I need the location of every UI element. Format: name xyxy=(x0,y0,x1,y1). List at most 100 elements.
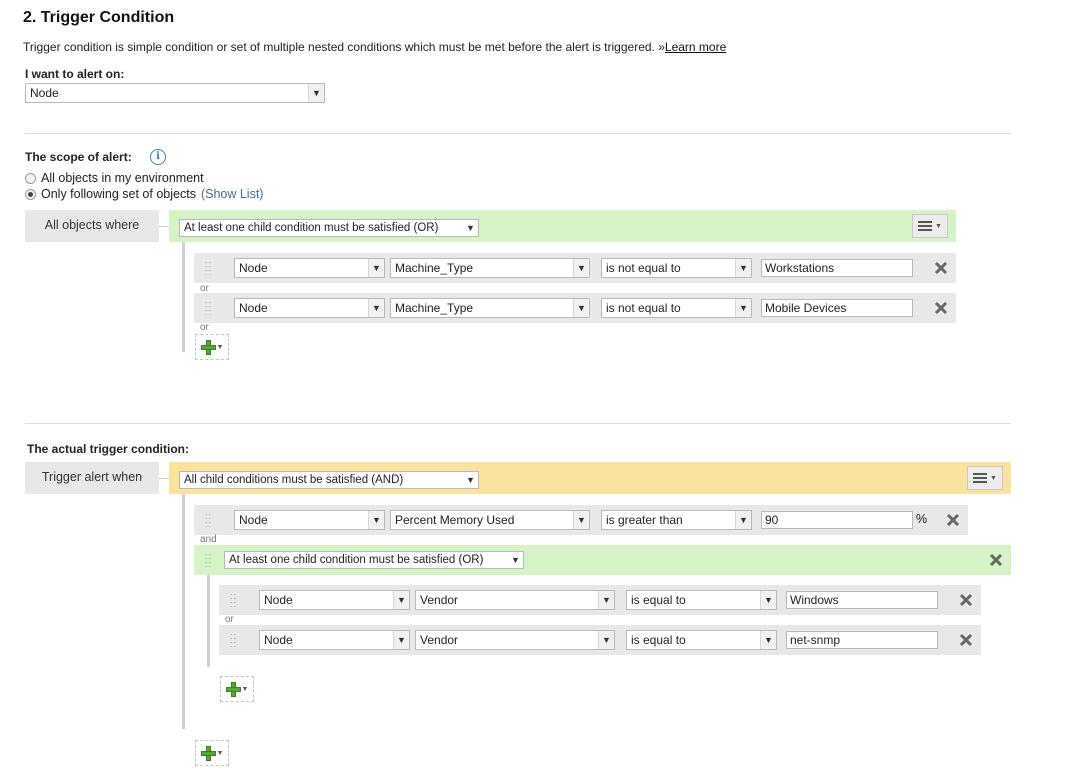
add-nested-condition-button[interactable]: ▼ xyxy=(220,676,254,702)
scope-group-mode-value: At least one child condition must be sat… xyxy=(184,222,439,234)
nested-group-mode-value: At least one child condition must be sat… xyxy=(229,554,484,566)
alert-on-label: I want to alert on: xyxy=(25,67,125,81)
condition-field-select[interactable]: Machine_Type ▼ xyxy=(390,258,590,278)
trigger-tree-line xyxy=(182,494,185,729)
condition-object-select[interactable]: Node ▼ xyxy=(259,590,410,610)
scope-condition-row: :::::: Node ▼ Machine_Type ▼ is not equal … xyxy=(194,293,956,323)
nested-condition-row: :::::: Node ▼ Vendor ▼ is equal to ▼ Window… xyxy=(219,585,981,615)
show-list-link[interactable]: (Show List) xyxy=(201,187,264,201)
info-icon[interactable]: i xyxy=(150,149,166,165)
chevron-down-icon: ▼ xyxy=(508,552,523,568)
condition-operator-select[interactable]: is equal to ▼ xyxy=(626,630,777,650)
condition-value-input[interactable]: net-snmp xyxy=(786,631,938,649)
condition-object-select[interactable]: Node ▼ xyxy=(259,630,410,650)
trigger-condition-row: :::::: Node ▼ Percent Memory Used ▼ is gre… xyxy=(194,505,968,535)
chevron-down-icon: ▼ xyxy=(368,299,384,317)
chevron-down-icon: ▼ xyxy=(216,343,224,351)
condition-value-input[interactable]: Windows xyxy=(786,591,938,609)
close-x-icon[interactable] xyxy=(946,513,960,527)
drag-handle-icon[interactable]: :::::: xyxy=(230,592,238,609)
add-trigger-condition-button[interactable]: ▼ xyxy=(195,740,229,766)
chevron-down-icon: ▼ xyxy=(735,299,751,317)
drag-handle-icon[interactable]: :::::: xyxy=(205,300,213,317)
condition-value-input[interactable]: 90 xyxy=(761,511,913,529)
description-text: Trigger condition is simple condition or… xyxy=(23,40,665,54)
chevron-down-icon: ▼ xyxy=(990,474,997,482)
trigger-group-mode-select[interactable]: All child conditions must be satisfied (… xyxy=(179,471,479,489)
scope-condition-row: :::::: Node ▼ Machine_Type ▼ is not equal … xyxy=(194,253,956,283)
condition-object-select[interactable]: Node ▼ xyxy=(234,298,385,318)
condition-object-value: Node xyxy=(264,633,293,647)
alert-on-select[interactable]: Node ▼ xyxy=(25,83,325,103)
chevron-down-icon: ▼ xyxy=(308,84,324,102)
chevron-down-icon: ▼ xyxy=(216,749,224,757)
chevron-down-icon: ▼ xyxy=(760,631,776,649)
condition-operator-select[interactable]: is greater than ▼ xyxy=(601,510,752,530)
trigger-group-menu-button[interactable]: ▼ xyxy=(967,466,1003,490)
drag-handle-icon[interactable]: :::::: xyxy=(205,260,213,277)
chevron-down-icon: ▼ xyxy=(241,685,249,693)
radio-following-objects[interactable] xyxy=(25,188,36,200)
trigger-group-mode-value: All child conditions must be satisfied (… xyxy=(184,474,404,486)
scope-option-following-label: Only following set of objects xyxy=(41,187,196,201)
trigger-label: The actual trigger condition: xyxy=(27,442,190,456)
chevron-down-icon: ▼ xyxy=(368,259,384,277)
condition-field-select[interactable]: Percent Memory Used ▼ xyxy=(390,510,590,530)
close-x-icon[interactable] xyxy=(959,593,973,607)
green-plus-icon xyxy=(200,340,216,355)
scope-group-menu-button[interactable]: ▼ xyxy=(912,214,948,238)
connector-label: or xyxy=(225,614,234,625)
green-plus-icon xyxy=(200,746,216,761)
condition-field-value: Vendor xyxy=(420,633,459,647)
drag-handle-icon[interactable]: :::::: xyxy=(230,632,238,649)
close-x-icon[interactable] xyxy=(934,301,948,315)
condition-operator-select[interactable]: is equal to ▼ xyxy=(626,590,777,610)
condition-value-input[interactable]: Mobile Devices xyxy=(761,299,913,317)
scope-side-label: All objects where xyxy=(25,210,159,242)
condition-field-select[interactable]: Machine_Type ▼ xyxy=(390,298,590,318)
nested-tree-line xyxy=(207,575,210,667)
scope-option-following[interactable]: Only following set of objects (Show List… xyxy=(25,187,263,201)
scope-group-mode-select[interactable]: At least one child condition must be sat… xyxy=(179,219,479,237)
close-x-icon[interactable] xyxy=(934,261,948,275)
add-condition-button[interactable]: ▼ xyxy=(195,334,229,360)
condition-operator-select[interactable]: is not equal to ▼ xyxy=(601,298,752,318)
chevron-down-icon: ▼ xyxy=(935,222,942,230)
radio-all-objects[interactable] xyxy=(25,172,36,184)
condition-field-value: Machine_Type xyxy=(395,261,474,275)
unit-label: % xyxy=(916,512,928,526)
condition-value-input[interactable]: Workstations xyxy=(761,259,913,277)
chevron-down-icon: ▼ xyxy=(598,631,614,649)
section-title: 2. Trigger Condition xyxy=(23,9,175,26)
chevron-down-icon: ▼ xyxy=(573,259,589,277)
nested-condition-row: :::::: Node ▼ Vendor ▼ is equal to ▼ net-sn… xyxy=(219,625,981,655)
condition-field-select[interactable]: Vendor ▼ xyxy=(415,590,615,610)
chevron-down-icon: ▼ xyxy=(393,631,409,649)
connector-label: and xyxy=(200,534,217,545)
nested-group-mode-select[interactable]: At least one child condition must be sat… xyxy=(224,551,524,569)
drag-handle-icon[interactable]: :::::: xyxy=(205,552,213,569)
chevron-down-icon: ▼ xyxy=(393,591,409,609)
condition-operator-value: is equal to xyxy=(631,593,686,607)
chevron-down-icon: ▼ xyxy=(463,220,478,236)
close-x-icon[interactable] xyxy=(959,633,973,647)
condition-operator-select[interactable]: is not equal to ▼ xyxy=(601,258,752,278)
chevron-down-icon: ▼ xyxy=(735,511,751,529)
condition-operator-value: is equal to xyxy=(631,633,686,647)
condition-operator-value: is greater than xyxy=(606,513,683,527)
connector-line xyxy=(159,226,169,227)
condition-field-select[interactable]: Vendor ▼ xyxy=(415,630,615,650)
chevron-down-icon: ▼ xyxy=(598,591,614,609)
section-description: Trigger condition is simple condition or… xyxy=(23,40,726,54)
condition-object-select[interactable]: Node ▼ xyxy=(234,258,385,278)
condition-field-value: Machine_Type xyxy=(395,301,474,315)
green-plus-icon xyxy=(225,682,241,697)
scope-option-all[interactable]: All objects in my environment xyxy=(25,171,204,185)
menu-icon xyxy=(918,221,933,231)
scope-tree-line xyxy=(182,242,185,352)
condition-object-select[interactable]: Node ▼ xyxy=(234,510,385,530)
learn-more-link[interactable]: Learn more xyxy=(665,40,726,54)
drag-handle-icon[interactable]: :::::: xyxy=(205,512,213,529)
chevron-down-icon: ▼ xyxy=(735,259,751,277)
close-x-icon[interactable] xyxy=(989,553,1003,567)
